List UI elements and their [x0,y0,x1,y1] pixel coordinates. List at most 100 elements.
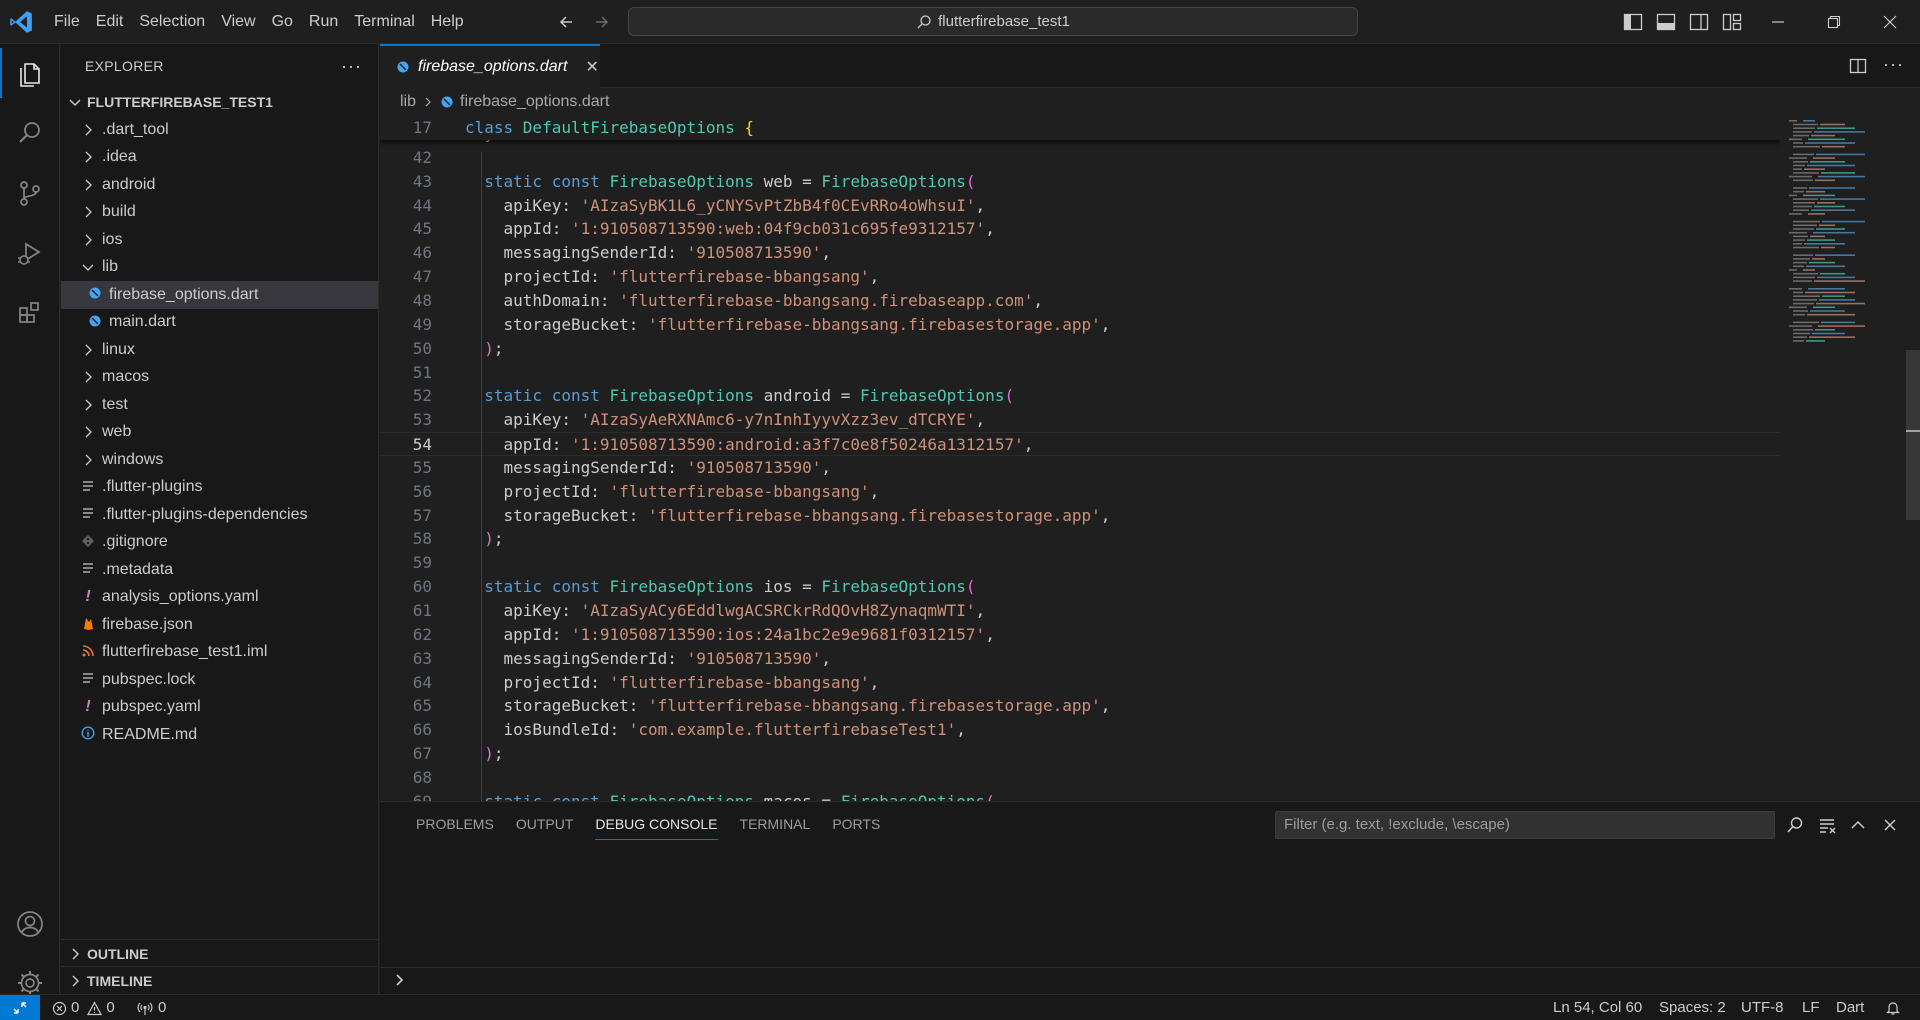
clear-console-icon[interactable] [1817,815,1837,835]
panel-tab-output[interactable]: OUTPUT [505,802,585,846]
toggle-secondary-sidebar-icon[interactable] [1688,10,1710,34]
folder-item[interactable]: build [61,199,378,227]
folder-item[interactable]: android [61,171,378,199]
panel-tab-ports[interactable]: PORTS [821,802,891,846]
panel-tab-problems[interactable]: PROBLEMS [405,802,505,846]
menu-go[interactable]: Go [264,0,301,44]
file-item[interactable]: firebase.json [61,611,378,639]
code-line[interactable]: 47 projectId: 'flutterfirebase-bbangsang… [380,265,1780,289]
code-line[interactable]: 49 storageBucket: 'flutterfirebase-bbang… [380,313,1780,337]
code-line[interactable]: 59 [380,551,1780,575]
back-arrow-icon[interactable] [556,11,578,33]
activity-accounts[interactable] [0,895,60,953]
code-line[interactable]: 60 static const FirebaseOptions ios = Fi… [380,575,1780,599]
sticky-scroll-line[interactable]: 17 class DefaultFirebaseOptions { [380,116,1780,140]
code-line[interactable]: 68 [380,766,1780,790]
folder-item[interactable]: test [61,391,378,419]
close-panel-icon[interactable] [1880,815,1900,835]
code-line[interactable]: 61 apiKey: 'AIzaSyACy6EddlwgACSRCkrRdQOv… [380,599,1780,623]
file-item[interactable]: firebase_options.dart [61,281,378,309]
file-item[interactable]: .metadata [61,556,378,584]
file-item[interactable]: ! pubspec.yaml [61,694,378,722]
code-line[interactable]: 69 static const FirebaseOptions macos = … [380,790,1780,801]
split-editor-icon[interactable] [1848,56,1868,76]
folder-item[interactable]: macos [61,364,378,392]
debug-console-input[interactable] [380,967,1920,995]
activity-explorer[interactable] [0,44,60,102]
code-line[interactable]: 63 messagingSenderId: '910508713590', [380,647,1780,671]
end-of-line[interactable]: LF [1802,995,1820,1020]
folder-item[interactable]: lib [61,254,378,282]
remote-indicator[interactable] [0,995,40,1020]
file-item[interactable]: .gitignore [61,529,378,557]
file-item[interactable]: main.dart [61,309,378,337]
filter-search-icon[interactable] [1785,815,1805,835]
file-item[interactable]: flutterfirebase_test1.iml [61,639,378,667]
panel-tab-terminal[interactable]: TERMINAL [729,802,822,846]
folder-item[interactable]: .idea [61,144,378,172]
code-line[interactable]: 50 ); [380,337,1780,361]
indentation[interactable]: Spaces: 2 [1659,995,1726,1020]
code-editor[interactable]: 17class DefaultFirebaseOptions {41 }4243… [380,116,1780,801]
language-mode[interactable]: Dart [1836,995,1864,1020]
notifications[interactable] [1885,995,1901,1020]
code-line[interactable]: 62 appId: '1:910508713590:ios:24a1bc2e9e… [380,623,1780,647]
close-tab-icon[interactable]: ✕ [585,57,598,77]
code-line[interactable]: 56 projectId: 'flutterfirebase-bbangsang… [380,480,1780,504]
folder-item[interactable]: web [61,419,378,447]
panel-tab-debug-console[interactable]: DEBUG CONSOLE [584,802,728,846]
command-center-search[interactable]: flutterfirebase_test1 [628,7,1358,36]
file-item[interactable]: .flutter-plugins-dependencies [61,501,378,529]
editor-more-actions-icon[interactable]: ··· [1883,54,1904,75]
debug-console-filter-input[interactable]: Filter (e.g. text, !exclude, \escape) [1275,811,1775,839]
menu-view[interactable]: View [213,0,263,44]
menu-edit[interactable]: Edit [88,0,132,44]
folder-item[interactable]: .dart_tool [61,116,378,144]
tab-firebase-options[interactable]: firebase_options.dart ✕ [380,44,600,88]
maximize-panel-icon[interactable] [1848,815,1868,835]
menu-run[interactable]: Run [301,0,346,44]
activity-source-control[interactable] [0,164,60,222]
encoding[interactable]: UTF-8 [1741,995,1784,1020]
file-item[interactable]: README.md [61,721,378,749]
more-actions-icon[interactable]: ··· [341,56,362,77]
code-line[interactable]: 65 storageBucket: 'flutterfirebase-bbang… [380,694,1780,718]
menu-selection[interactable]: Selection [131,0,213,44]
code-line[interactable]: 42 [380,146,1780,170]
code-line[interactable]: 54 appId: '1:910508713590:android:a3f7c0… [380,432,1780,457]
code-line[interactable]: 58 ); [380,527,1780,551]
activity-run-debug[interactable] [0,224,60,282]
code-line[interactable]: 48 authDomain: 'flutterfirebase-bbangsan… [380,289,1780,313]
menu-file[interactable]: File [46,0,88,44]
code-line[interactable]: 66 iosBundleId: 'com.example.flutterfire… [380,718,1780,742]
cursor-position[interactable]: Ln 54, Col 60 [1553,995,1642,1020]
file-item[interactable]: pubspec.lock [61,666,378,694]
customize-layout-icon[interactable] [1721,10,1743,34]
menu-terminal[interactable]: Terminal [346,0,422,44]
folder-item[interactable]: ios [61,226,378,254]
project-root-header[interactable]: FLUTTERFIREBASE_TEST1 [61,88,378,116]
activity-extensions[interactable] [0,284,60,342]
ports-indicator[interactable]: 0 [136,995,166,1020]
editor-scrollbar-thumb[interactable] [1906,350,1920,520]
folder-item[interactable]: windows [61,446,378,474]
file-item[interactable]: ! analysis_options.yaml [61,584,378,612]
outline-section[interactable]: OUTLINE [61,939,379,967]
code-line[interactable]: 43 static const FirebaseOptions web = Fi… [380,170,1780,194]
menu-help[interactable]: Help [423,0,472,44]
forward-arrow-icon[interactable] [590,11,612,33]
code-line[interactable]: 51 [380,361,1780,385]
code-line[interactable]: 53 apiKey: 'AIzaSyAeRXNAmc6-y7nInhIyyvXz… [380,408,1780,432]
problems-indicator[interactable]: 0 0 [52,995,115,1020]
file-item[interactable]: .flutter-plugins [61,474,378,502]
code-line[interactable]: 55 messagingSenderId: '910508713590', [380,456,1780,480]
code-line[interactable]: 57 storageBucket: 'flutterfirebase-bbang… [380,504,1780,528]
code-line[interactable]: 52 static const FirebaseOptions android … [380,384,1780,408]
toggle-panel-icon[interactable] [1655,10,1677,34]
code-line[interactable]: 44 apiKey: 'AIzaSyBK1L6_yCNYSvPtZbB4f0CE… [380,194,1780,218]
close-window-button[interactable] [1862,0,1918,44]
breadcrumb-file[interactable]: firebase_options.dart [460,93,609,111]
breadcrumb-folder[interactable]: lib [400,93,416,111]
code-line[interactable]: 45 appId: '1:910508713590:web:04f9cb031c… [380,217,1780,241]
toggle-primary-sidebar-icon[interactable] [1622,10,1644,34]
